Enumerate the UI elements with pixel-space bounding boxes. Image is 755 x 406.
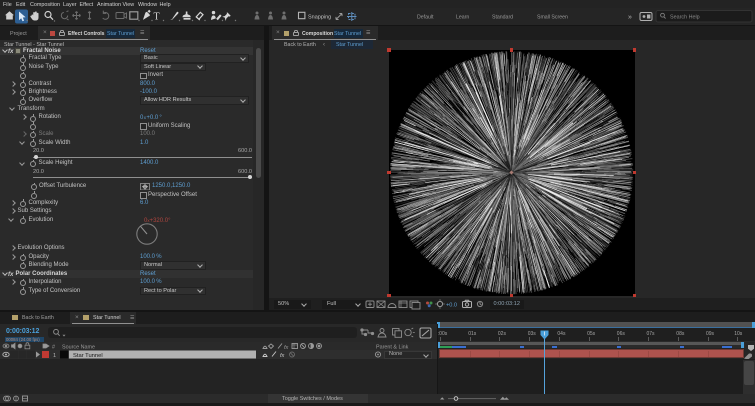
svg-text:Snapping: Snapping [308,15,331,21]
svg-text:+0.0: +0.0 [446,303,457,309]
svg-text:Search Help: Search Help [670,15,700,21]
svg-text:Standard: Standard [492,15,513,21]
svg-text:fx: fx [280,353,285,359]
svg-text:Default: Default [417,15,434,21]
svg-text:Learn: Learn [456,15,469,21]
svg-text:»: » [628,14,632,21]
svg-text:Small Screen: Small Screen [537,15,568,21]
svg-text:Star Tunnel: Star Tunnel [73,353,103,359]
